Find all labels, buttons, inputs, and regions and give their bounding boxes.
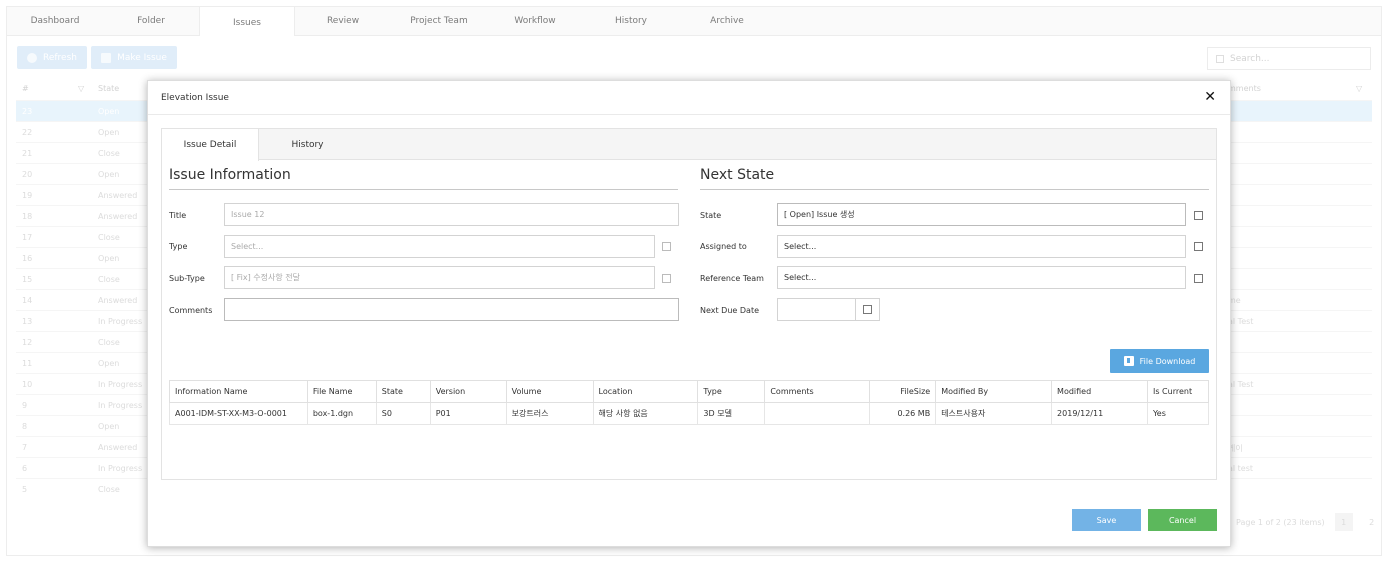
calendar-button[interactable]: [855, 298, 880, 321]
type-select[interactable]: Select...: [224, 235, 655, 258]
table-row[interactable]: A001-IDM-ST-XX-M3-O-0001 box-1.dgn S0 P0…: [169, 402, 1210, 425]
col-modified-by[interactable]: Modified By: [935, 380, 1053, 403]
reference-team-select[interactable]: Select...: [777, 266, 1186, 289]
cell-modified-by: 테스트사용자: [935, 402, 1053, 425]
dialog-content: Issue Detail History Issue Information T…: [161, 128, 1217, 480]
col-type[interactable]: Type: [697, 380, 766, 403]
cell-state: S0: [375, 402, 431, 425]
cell-comments: [764, 402, 871, 425]
comments-label: Comments: [169, 306, 213, 315]
subtype-picker-icon[interactable]: [662, 274, 671, 283]
assigned-to-label: Assigned to: [700, 242, 747, 251]
assigned-to-picker-icon[interactable]: [1194, 242, 1203, 251]
state-select[interactable]: [ Open] Issue 생성: [777, 203, 1186, 226]
assigned-to-select[interactable]: Select...: [777, 235, 1186, 258]
divider: [700, 189, 1209, 190]
type-picker-icon[interactable]: [662, 242, 671, 251]
type-value: Select...: [231, 242, 264, 251]
cell-modified: 2019/12/11: [1051, 402, 1148, 425]
file-download-button[interactable]: File Download: [1110, 349, 1209, 373]
col-location[interactable]: Location: [592, 380, 699, 403]
subtype-label: Sub-Type: [169, 274, 205, 283]
tab-issue-detail[interactable]: Issue Detail: [162, 129, 259, 161]
col-file-name[interactable]: File Name: [306, 380, 377, 403]
file-table-header: Information Name File Name State Version…: [169, 380, 1210, 403]
dialog-title: Elevation Issue: [161, 93, 229, 103]
next-state-heading: Next State: [700, 167, 775, 183]
issue-information-heading: Issue Information: [169, 167, 291, 183]
col-comments[interactable]: Comments: [764, 380, 871, 403]
col-filesize[interactable]: FileSize: [869, 380, 937, 403]
reference-team-label: Reference Team: [700, 274, 764, 283]
download-icon: [1123, 356, 1134, 366]
type-label: Type: [169, 242, 188, 251]
elevation-issue-dialog: Elevation Issue ✕ Issue Detail History I…: [147, 80, 1231, 547]
col-state[interactable]: State: [375, 380, 431, 403]
close-icon[interactable]: ✕: [1204, 90, 1216, 104]
cell-filesize: 0.26 MB: [869, 402, 937, 425]
subtype-select[interactable]: [ Fix] 수정사항 전달: [224, 266, 655, 289]
cell-information-name: A001-IDM-ST-XX-M3-O-0001: [169, 402, 308, 425]
state-label: State: [700, 211, 722, 220]
col-is-current[interactable]: Is Current: [1146, 380, 1210, 403]
divider: [148, 114, 1230, 115]
cell-location: 해당 사항 없음: [592, 402, 699, 425]
next-due-date-label: Next Due Date: [700, 306, 759, 315]
col-volume[interactable]: Volume: [505, 380, 594, 403]
dialog-tabs: Issue Detail History: [162, 129, 1216, 161]
assigned-to-value: Select...: [784, 242, 817, 251]
cell-type: 3D 모델: [697, 402, 766, 425]
cell-file-name: box-1.dgn: [306, 402, 377, 425]
cell-version: P01: [429, 402, 507, 425]
save-button[interactable]: Save: [1072, 509, 1141, 531]
state-picker-icon[interactable]: [1194, 211, 1203, 220]
state-value: [ Open] Issue 생성: [784, 210, 855, 219]
divider: [169, 189, 678, 190]
tab-history[interactable]: History: [259, 129, 356, 160]
calendar-icon: [863, 305, 872, 314]
col-information-name[interactable]: Information Name: [169, 380, 308, 403]
reference-team-value: Select...: [784, 273, 817, 282]
title-label: Title: [169, 211, 187, 220]
comments-input[interactable]: [224, 298, 679, 321]
cancel-button[interactable]: Cancel: [1148, 509, 1217, 531]
subtype-value: [ Fix] 수정사항 전달: [231, 273, 301, 282]
reference-team-picker-icon[interactable]: [1194, 274, 1203, 283]
cell-volume: 보강트러스: [505, 402, 594, 425]
col-version[interactable]: Version: [429, 380, 507, 403]
next-due-date-input[interactable]: [777, 298, 856, 321]
title-input[interactable]: Issue 12: [224, 203, 679, 226]
title-value: Issue 12: [231, 210, 265, 219]
cell-is-current: Yes: [1146, 402, 1210, 425]
col-modified[interactable]: Modified: [1051, 380, 1148, 403]
file-table: Information Name File Name State Version…: [169, 380, 1210, 425]
file-download-label: File Download: [1139, 356, 1196, 366]
